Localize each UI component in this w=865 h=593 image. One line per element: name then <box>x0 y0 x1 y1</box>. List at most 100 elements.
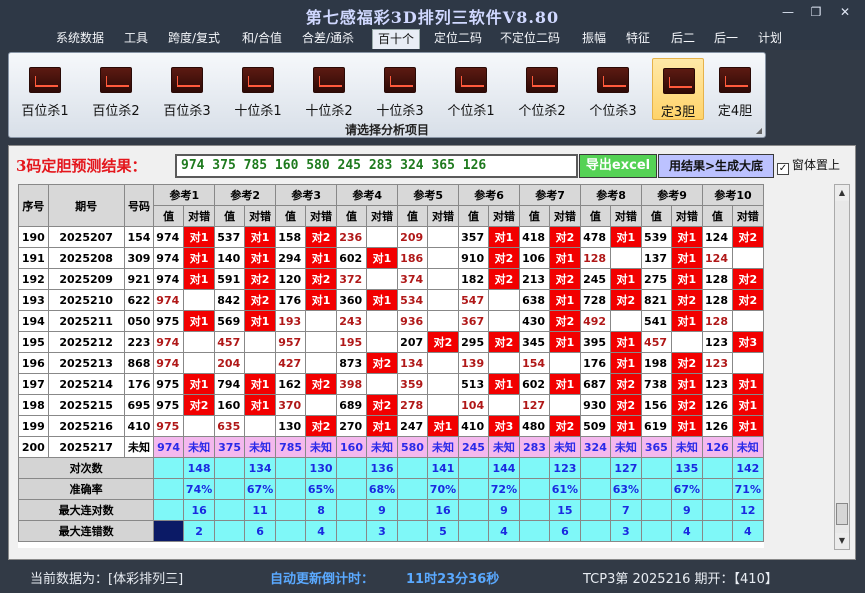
menu-fixed-two[interactable]: 定位二码 <box>434 29 482 49</box>
stat-spacer <box>214 457 245 479</box>
scroll-down-icon[interactable]: ▼ <box>835 533 849 549</box>
stat-value: 12 <box>731 499 764 521</box>
table-row[interactable]: 196 2025213 868 974 204 427 873 对2 134 139 154 176 对… <box>18 352 764 374</box>
stat-value: 67% <box>670 478 704 500</box>
ref-value-cell: 638 <box>519 289 550 311</box>
menu-system-data[interactable]: 系统数据 <box>56 29 104 49</box>
ref-value-cell: 513 <box>458 373 489 395</box>
ref-value-cell: 345 <box>519 331 550 353</box>
tool-units-kill-2[interactable]: 个位杀2 <box>509 58 575 120</box>
ref-check-cell: 对1 <box>609 226 643 248</box>
table-row[interactable]: 191 2025208 309 974 对1 140 对1 294 对1 602 对1 186 910 对… <box>18 247 764 269</box>
seq-cell: 195 <box>18 331 49 353</box>
results-grid[interactable]: 序号 期号 号码 参考1 参考2 参考3 参考4 参考5 参考6 参考7 参考8 参考9 参考10 值对错… <box>18 184 764 548</box>
scroll-up-icon[interactable]: ▲ <box>835 185 849 201</box>
ref-value-cell: 821 <box>641 289 672 311</box>
vertical-scrollbar[interactable]: ▲ ▼ <box>834 184 850 550</box>
tool-fix-4[interactable]: 定4胆 <box>709 58 761 120</box>
table-row[interactable]: 193 2025210 622 974 842 对2 176 对1 360 对1 534 547 638… <box>18 289 764 311</box>
menu-span-compound[interactable]: 跨度/复式 <box>168 29 220 49</box>
menu-last-two[interactable]: 后二 <box>671 29 695 49</box>
ref-value-cell: 370 <box>275 394 306 416</box>
ref-check-cell <box>243 415 277 437</box>
header-ref: 参考7 <box>519 184 582 206</box>
ref-value-cell: 785 <box>275 436 306 458</box>
menu-features[interactable]: 特征 <box>626 29 650 49</box>
ref-value-cell: 160 <box>214 394 245 416</box>
ref-value-cell: 360 <box>336 289 367 311</box>
checkbox-icon[interactable]: ✓ <box>777 163 789 175</box>
chart-icon <box>663 68 695 94</box>
close-icon[interactable]: ✕ <box>832 3 858 21</box>
ref-check-cell <box>731 247 764 269</box>
tool-hundreds-kill-1[interactable]: 百位杀1 <box>12 58 78 120</box>
maximize-icon[interactable]: ❐ <box>803 3 829 21</box>
stat-spacer <box>397 457 428 479</box>
menu-sum-value[interactable]: 和/合值 <box>242 29 282 49</box>
seq-cell: 198 <box>18 394 49 416</box>
header-check: 对错 <box>609 205 643 227</box>
ref-check-cell <box>426 247 460 269</box>
minimize-icon[interactable]: — <box>775 3 801 21</box>
tool-tens-kill-1[interactable]: 十位杀1 <box>225 58 291 120</box>
ref-check-cell <box>426 226 460 248</box>
menu-plan[interactable]: 计划 <box>758 29 782 49</box>
ref-check-cell: 对2 <box>670 394 704 416</box>
ribbon-expand-icon[interactable]: ◢ <box>756 126 762 135</box>
menu-tools[interactable]: 工具 <box>124 29 148 49</box>
table-row[interactable]: 194 2025211 050 975 对1 569 对1 193 243 936 367 430 对2… <box>18 310 764 332</box>
header-value: 值 <box>153 205 184 227</box>
table-row[interactable]: 190 2025207 154 974 对1 537 对1 158 对2 236 209 357 对1 4… <box>18 226 764 248</box>
tool-hundreds-kill-3[interactable]: 百位杀3 <box>154 58 220 120</box>
menu-last-one[interactable]: 后一 <box>714 29 738 49</box>
menu-amplitude[interactable]: 振幅 <box>582 29 606 49</box>
table-row[interactable]: 195 2025212 223 974 457 957 195 207 对2 295 对2 345 对1… <box>18 331 764 353</box>
tool-hundreds-kill-2[interactable]: 百位杀2 <box>83 58 149 120</box>
ref-check-cell: 对2 <box>670 352 704 374</box>
menu-positions[interactable]: 百十个 <box>372 29 421 49</box>
ref-check-cell: 对1 <box>304 289 338 311</box>
header-issue: 期号 <box>47 184 125 227</box>
table-row-pending[interactable]: 200 2025217 未知 974 未知 375 未知 785 未知 160 未知 580 未知 245… <box>18 436 764 458</box>
prediction-result-field[interactable]: 974 375 785 160 580 245 283 324 365 126 <box>175 154 578 178</box>
menu-diff-kill[interactable]: 合差/通杀 <box>302 29 354 49</box>
table-row[interactable]: 197 2025214 176 975 对1 794 对1 162 对2 398 359 513 对1 6… <box>18 373 764 395</box>
generate-base-button[interactable]: 用结果>生成大底 <box>658 154 774 178</box>
ref-value-cell: 278 <box>397 394 428 416</box>
table-row[interactable]: 192 2025209 921 974 对1 591 对2 120 对2 372 374 182 对2 2… <box>18 268 764 290</box>
ref-check-cell: 对1 <box>548 331 582 353</box>
tool-units-kill-1[interactable]: 个位杀1 <box>438 58 504 120</box>
ref-check-cell: 对2 <box>426 331 460 353</box>
table-row[interactable]: 198 2025215 695 975 对2 160 对1 370 689 对2 278 104 127… <box>18 394 764 416</box>
chart-icon <box>455 67 487 93</box>
ref-check-cell <box>182 331 216 353</box>
scroll-thumb[interactable] <box>836 503 848 525</box>
export-excel-button[interactable]: 导出excel <box>579 154 657 178</box>
chart-icon <box>100 67 132 93</box>
ref-check-cell <box>487 394 521 416</box>
analysis-panel: 3码定胆预测结果： 974 375 785 160 580 245 283 32… <box>8 145 856 560</box>
tool-fix-3[interactable]: 定3胆 <box>652 58 704 120</box>
ref-value-cell: 104 <box>458 394 489 416</box>
stat-spacer <box>641 499 672 521</box>
ref-value-cell: 195 <box>336 331 367 353</box>
tool-units-kill-3[interactable]: 个位杀3 <box>580 58 646 120</box>
ref-value-cell: 635 <box>214 415 245 437</box>
seq-cell: 194 <box>18 310 49 332</box>
ref-check-cell <box>426 373 460 395</box>
stat-spacer <box>641 520 672 542</box>
stat-row: 最大连错数 2 6 4 3 5 4 6 3 4 4 <box>18 520 764 542</box>
stat-spacer <box>275 520 306 542</box>
tool-tens-kill-2[interactable]: 十位杀2 <box>296 58 362 120</box>
ref-check-cell <box>365 373 399 395</box>
ref-value-cell: 134 <box>397 352 428 374</box>
window-on-top-checkbox[interactable]: ✓ 窗体置上 <box>777 156 857 176</box>
table-row[interactable]: 199 2025216 410 975 635 130 对2 270 对1 247 对1 410 对3 4… <box>18 415 764 437</box>
ref-check-cell: 对2 <box>548 226 582 248</box>
stat-spacer <box>397 499 428 521</box>
ref-check-cell: 未知 <box>731 436 764 458</box>
ref-check-cell: 对1 <box>243 373 277 395</box>
menu-unfixed-two[interactable]: 不定位二码 <box>500 29 560 49</box>
tool-tens-kill-3[interactable]: 十位杀3 <box>367 58 433 120</box>
stat-label: 准确率 <box>18 478 155 500</box>
